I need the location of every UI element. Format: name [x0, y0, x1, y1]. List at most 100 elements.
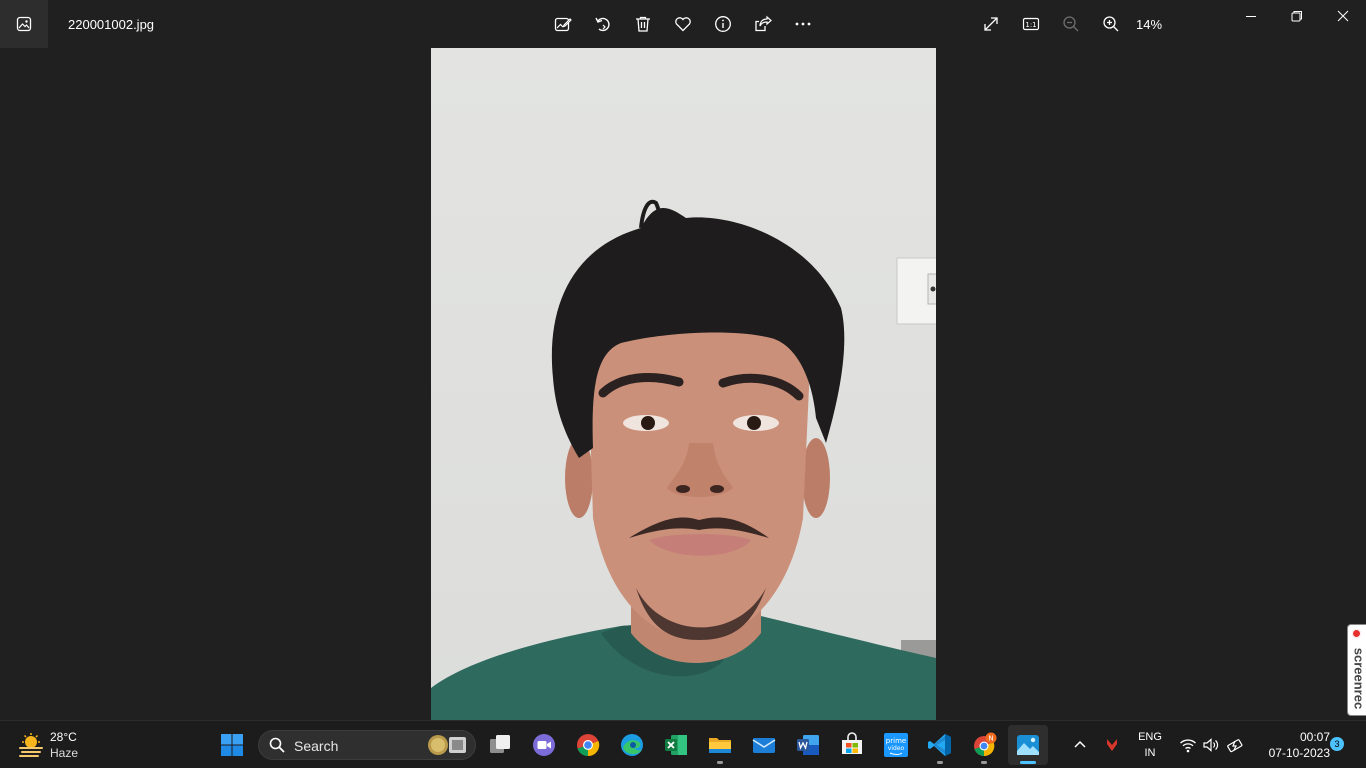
- excel-icon: [665, 735, 687, 755]
- language-code: ENG: [1138, 731, 1162, 743]
- chrome-icon: [577, 734, 600, 757]
- search-icon: [269, 737, 285, 753]
- minimize-icon: [1246, 16, 1256, 17]
- battery-button[interactable]: [1223, 733, 1247, 757]
- start-button[interactable]: [220, 733, 244, 757]
- heart-icon: [675, 17, 691, 32]
- clock-time: 00:07: [1299, 730, 1330, 744]
- taskbar-microsoft-store[interactable]: [832, 725, 872, 765]
- chrome-badge-text: N: [988, 735, 993, 743]
- chrome-profile-icon: N: [974, 732, 997, 757]
- zoom-in-button[interactable]: [1099, 12, 1123, 36]
- delete-button[interactable]: [631, 12, 655, 36]
- favorite-button[interactable]: [671, 12, 695, 36]
- taskbar-edge[interactable]: [612, 725, 652, 765]
- see-more-button[interactable]: [791, 12, 815, 36]
- share-icon: [755, 15, 772, 32]
- record-dot-icon: [1352, 629, 1361, 638]
- folder-icon: [709, 738, 731, 753]
- search-highlight-icon: [428, 735, 466, 755]
- photos-app-icon[interactable]: [0, 0, 48, 48]
- taskbar-word[interactable]: [788, 725, 828, 765]
- running-indicator: [937, 761, 943, 764]
- minimize-button[interactable]: [1228, 0, 1274, 32]
- weather-widget[interactable]: 28°C Haze: [14, 729, 94, 763]
- expand-icon: [984, 17, 998, 31]
- vscode-icon: [928, 734, 951, 756]
- share-button[interactable]: [751, 12, 775, 36]
- svg-text:video: video: [888, 745, 905, 752]
- volume-icon: [1203, 738, 1219, 752]
- show-hidden-icons-button[interactable]: [1068, 733, 1092, 757]
- active-indicator: [1020, 761, 1036, 764]
- zoom-out-button[interactable]: [1059, 12, 1083, 36]
- chevron-up-icon: [1074, 740, 1086, 748]
- taskbar-mail[interactable]: [744, 725, 784, 765]
- trash-icon: [636, 16, 650, 32]
- region-code: IN: [1144, 747, 1156, 759]
- word-icon: [797, 735, 819, 755]
- store-icon: [842, 732, 862, 754]
- notification-badge[interactable]: 3: [1330, 737, 1344, 751]
- running-indicator: [717, 761, 723, 764]
- task-view-button[interactable]: [480, 725, 520, 765]
- screenrec-widget[interactable]: screenrec: [1347, 624, 1366, 716]
- photos-app-taskbar-icon: [1017, 735, 1039, 755]
- actual-size-button[interactable]: 1:1: [1019, 12, 1043, 36]
- task-view-icon: [490, 735, 510, 753]
- restore-icon: [1291, 11, 1302, 22]
- svg-text:prime: prime: [886, 737, 906, 745]
- actual-size-icon: 1:1: [1022, 17, 1040, 31]
- wifi-icon: [1180, 739, 1196, 753]
- rotate-button[interactable]: [591, 12, 615, 36]
- file-name: 220001002.jpg: [68, 17, 155, 32]
- photo-viewer[interactable]: [431, 48, 936, 720]
- rotate-icon: [595, 17, 610, 32]
- taskbar: 28°C Haze Search prime video N ENG IN 00…: [0, 720, 1366, 768]
- svg-text:1:1: 1:1: [1025, 21, 1036, 29]
- edit-image-icon: [554, 17, 572, 32]
- edge-icon: [621, 734, 643, 756]
- portrait-photo: [431, 48, 936, 720]
- mail-icon: [752, 738, 776, 753]
- prime-video-icon: prime video: [884, 733, 908, 757]
- taskbar-prime-video[interactable]: prime video: [876, 725, 916, 765]
- shield-red-icon: [1107, 739, 1117, 751]
- search-label: Search: [294, 738, 339, 754]
- taskbar-zoom-meeting[interactable]: [524, 725, 564, 765]
- wifi-button[interactable]: [1176, 733, 1200, 757]
- language-indicator[interactable]: ENG IN: [1134, 729, 1166, 761]
- taskbar-photos[interactable]: [1008, 725, 1048, 765]
- volume-button[interactable]: [1199, 733, 1223, 757]
- taskbar-chrome[interactable]: [568, 725, 608, 765]
- clock[interactable]: 00:07 07-10-2023: [1254, 729, 1330, 761]
- more-icon: [795, 22, 811, 26]
- zoom-in-icon: [1103, 16, 1119, 32]
- clock-date: 07-10-2023: [1268, 746, 1330, 760]
- taskbar-chrome-profile[interactable]: N: [964, 725, 1004, 765]
- zoom-level[interactable]: 14%: [1136, 17, 1162, 32]
- taskbar-file-explorer[interactable]: [700, 725, 740, 765]
- windows-logo-icon: [221, 734, 243, 756]
- video-call-icon: [533, 734, 555, 756]
- taskbar-vscode[interactable]: [920, 725, 960, 765]
- close-icon: [1337, 10, 1349, 22]
- haze-sun-icon: [19, 733, 43, 757]
- taskbar-search[interactable]: Search: [258, 730, 476, 760]
- full-screen-button[interactable]: [979, 12, 1003, 36]
- weather-temperature: 28°C: [50, 730, 77, 744]
- zoom-out-icon: [1063, 16, 1079, 32]
- weather-condition: Haze: [50, 746, 79, 760]
- restore-button[interactable]: [1274, 0, 1320, 32]
- photos-icon: [16, 16, 32, 32]
- screenrec-label: screenrec: [1351, 647, 1366, 710]
- info-icon: [715, 16, 731, 32]
- close-button[interactable]: [1320, 0, 1366, 32]
- edit-image-button[interactable]: [551, 12, 575, 36]
- tray-app-button[interactable]: [1100, 733, 1124, 757]
- running-indicator: [981, 761, 987, 764]
- file-info-button[interactable]: [711, 12, 735, 36]
- title-bar: 220001002.jpg 1:1 14%: [0, 0, 1366, 48]
- battery-charging-icon: [1227, 739, 1243, 753]
- taskbar-excel[interactable]: [656, 725, 696, 765]
